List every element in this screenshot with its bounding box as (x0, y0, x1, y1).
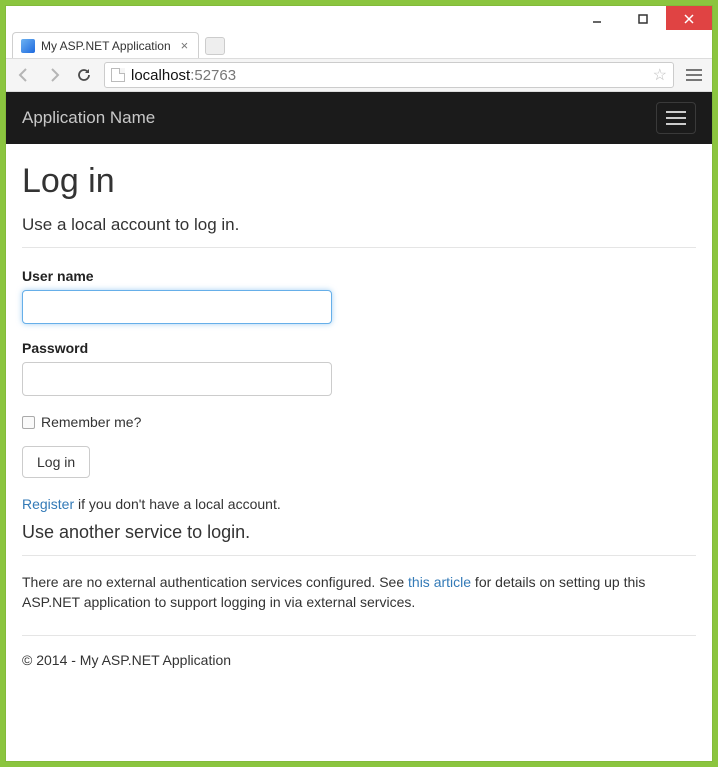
window-minimize-button[interactable] (574, 6, 620, 31)
url-host: localhost (131, 67, 190, 84)
remember-me-row[interactable]: Remember me? (22, 414, 696, 430)
url-text: localhost:52763 (131, 67, 236, 84)
footer-text: © 2014 - My ASP.NET Application (22, 652, 231, 668)
username-group: User name (22, 268, 696, 324)
window-titlebar (6, 6, 712, 32)
register-line: Register if you don't have a local accou… (22, 496, 696, 512)
window-maximize-button[interactable] (620, 6, 666, 31)
login-subheading: Use a local account to log in. (22, 215, 696, 248)
page-icon (111, 68, 125, 82)
username-label: User name (22, 268, 696, 284)
reload-button[interactable] (74, 65, 94, 85)
password-label: Password (22, 340, 696, 356)
register-rest: if you don't have a local account. (74, 496, 281, 512)
navbar-toggle-button[interactable] (656, 102, 696, 134)
window-close-button[interactable] (666, 6, 712, 31)
browser-toolbar: localhost:52763 ☆ (6, 58, 712, 92)
remember-me-checkbox[interactable] (22, 416, 35, 429)
app-navbar: Application Name (6, 92, 712, 144)
tab-close-icon[interactable]: × (181, 39, 189, 52)
page-heading: Log in (22, 162, 696, 201)
bookmark-star-icon[interactable]: ☆ (653, 65, 667, 85)
tab-title: My ASP.NET Application (41, 39, 171, 53)
page-footer: © 2014 - My ASP.NET Application (22, 636, 696, 674)
new-tab-button[interactable] (205, 37, 225, 55)
browser-window: My ASP.NET Application × localhost:52763… (6, 6, 712, 761)
external-text-before: There are no external authentication ser… (22, 574, 408, 590)
login-button-label: Log in (37, 454, 75, 470)
username-input[interactable] (22, 290, 332, 324)
external-article-link[interactable]: this article (408, 574, 471, 590)
external-heading: Use another service to login. (22, 522, 696, 556)
remember-me-label: Remember me? (41, 414, 141, 430)
browser-tab-strip: My ASP.NET Application × (6, 30, 712, 58)
url-port: :52763 (190, 67, 236, 84)
password-input[interactable] (22, 362, 332, 396)
browser-menu-button[interactable] (684, 65, 704, 85)
register-link[interactable]: Register (22, 496, 74, 512)
login-button[interactable]: Log in (22, 446, 90, 478)
password-group: Password (22, 340, 696, 396)
forward-button[interactable] (44, 65, 64, 85)
page-container: Log in Use a local account to log in. Us… (6, 144, 712, 690)
back-button[interactable] (14, 65, 34, 85)
browser-tab[interactable]: My ASP.NET Application × (12, 32, 199, 58)
page-viewport: Application Name Log in Use a local acco… (6, 92, 712, 761)
navbar-brand[interactable]: Application Name (22, 108, 155, 128)
address-bar[interactable]: localhost:52763 ☆ (104, 62, 674, 88)
tab-favicon (21, 39, 35, 53)
external-text: There are no external authentication ser… (22, 572, 696, 636)
